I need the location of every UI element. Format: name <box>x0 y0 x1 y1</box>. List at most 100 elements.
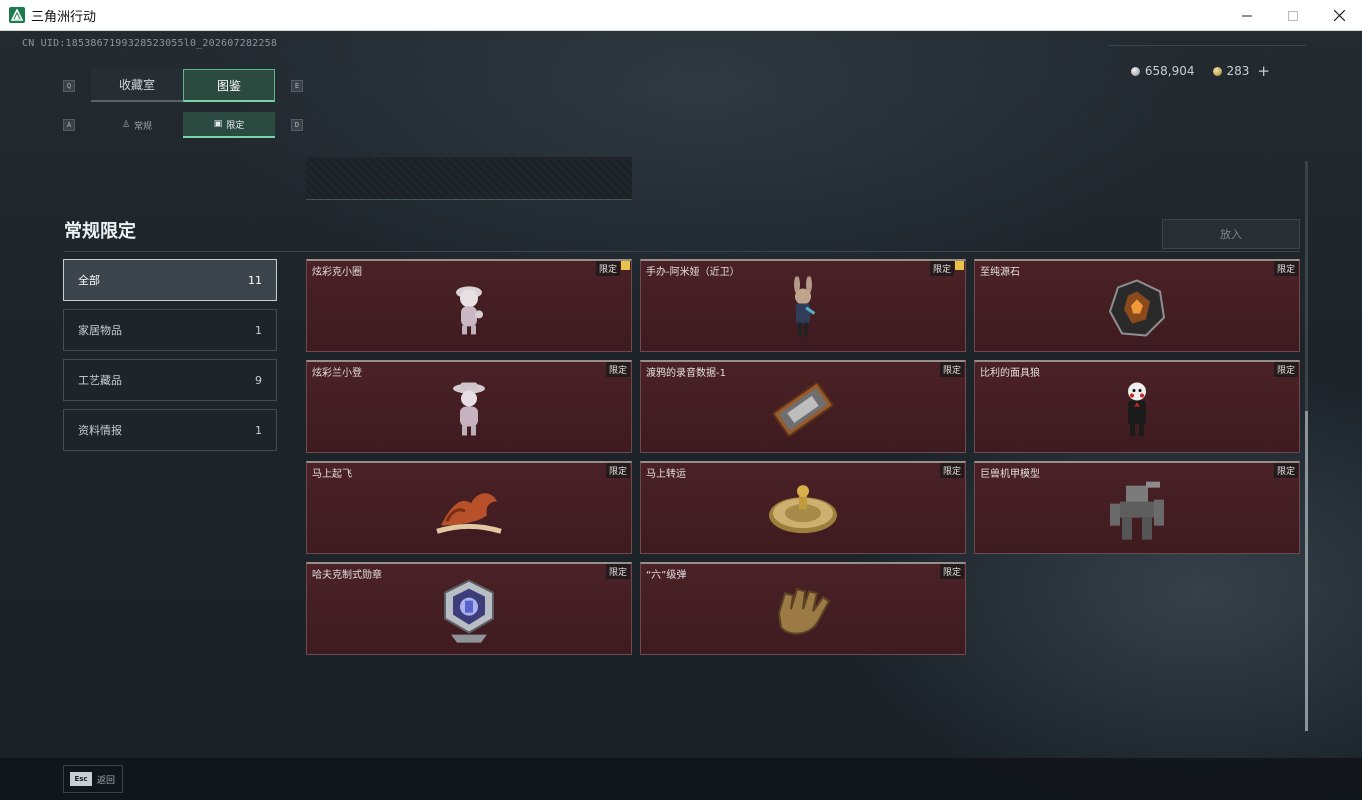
window-title: 三角洲行动 <box>31 9 97 25</box>
silver-currency: 658,904 <box>1130 64 1195 78</box>
item-name: 巨兽机甲模型 <box>980 469 1040 480</box>
header-divider <box>1108 45 1306 46</box>
primary-tabs: 收藏室 图鉴 <box>91 69 275 102</box>
key-hint-e: E <box>291 80 303 92</box>
item-card[interactable]: 马上转运 限定 <box>640 461 966 554</box>
category-count: 11 <box>248 273 262 287</box>
figure-icon: ♙ <box>121 120 131 130</box>
banner-placeholder <box>306 157 632 200</box>
limited-badge: 限定 <box>939 564 964 579</box>
silver-amount: 658,904 <box>1144 64 1195 78</box>
category-home-items[interactable]: 家居物品 1 <box>63 309 277 351</box>
category-crafts[interactable]: 工艺藏品 9 <box>63 359 277 401</box>
back-label: 返回 <box>97 775 116 786</box>
item-name: 炫彩克小圈 <box>312 267 362 278</box>
gold-disc-icon <box>769 485 837 534</box>
recording-device-icon <box>772 382 834 437</box>
item-card[interactable]: 哈夫克制式勋章 限定 <box>306 562 632 655</box>
item-name: 马上起飞 <box>312 469 352 480</box>
item-name: 哈夫克制式勋章 <box>312 570 382 581</box>
section-title: 常规限定 <box>64 221 136 242</box>
item-name: 渡鸦的录音数据-1 <box>646 368 726 379</box>
user-uid: CN UID:1853867199328523055l0_20260728225… <box>22 38 278 49</box>
scrollbar-thumb[interactable] <box>1305 411 1308 731</box>
item-card[interactable]: 炫彩兰小登 限定 <box>306 360 632 453</box>
window-titlebar: 三角洲行动 <box>0 0 1362 31</box>
category-all[interactable]: 全部 11 <box>63 259 277 301</box>
item-name: “六”级弹 <box>646 570 687 581</box>
limited-badge: 限定 <box>929 261 954 276</box>
put-in-button[interactable]: 放入 <box>1162 219 1300 249</box>
back-button[interactable]: Esc 返回 <box>63 765 123 793</box>
item-card[interactable]: 渡鸦的录音数据-1 限定 <box>640 360 966 453</box>
add-currency-button[interactable]: + <box>1257 62 1270 80</box>
limited-badge: 限定 <box>939 463 964 478</box>
currency-bar: 658,904 283 + <box>1130 62 1270 80</box>
item-card[interactable]: 比利的面具狼 限定 <box>974 360 1300 453</box>
tab-limited-label: 限定 <box>226 120 245 131</box>
item-card[interactable]: 炫彩克小圈 限定 <box>306 259 632 352</box>
tab-regular[interactable]: ♙ 常规 <box>91 112 183 138</box>
item-name: 炫彩兰小登 <box>312 368 362 379</box>
maximize-button[interactable] <box>1270 0 1316 31</box>
item-name: 比利的面具狼 <box>980 368 1040 379</box>
item-card[interactable]: 巨兽机甲模型 限定 <box>974 461 1300 554</box>
scrollbar[interactable] <box>1305 161 1308 731</box>
category-list: 全部 11 家居物品 1 工艺藏品 9 资料情报 1 <box>63 259 277 459</box>
key-hint-q: Q <box>63 80 75 92</box>
limited-badge: 限定 <box>605 564 630 579</box>
new-flag-icon <box>955 261 964 270</box>
limited-badge: 限定 <box>939 362 964 377</box>
category-count: 1 <box>255 323 262 337</box>
section-divider <box>64 251 1300 252</box>
item-name: 手办-阿米娅（近卫） <box>646 267 740 278</box>
crystal-icon <box>1108 279 1166 337</box>
limited-badge: 限定 <box>605 463 630 478</box>
item-card[interactable]: 手办-阿米娅（近卫） 限定 <box>640 259 966 352</box>
limited-badge: 限定 <box>1273 463 1298 478</box>
item-name: 马上转运 <box>646 469 686 480</box>
puppet-icon <box>1128 382 1146 437</box>
category-label: 全部 <box>78 274 100 287</box>
limited-badge: 限定 <box>1273 261 1298 276</box>
limited-badge: 限定 <box>605 362 630 377</box>
key-hint-a: A <box>63 119 75 131</box>
category-label: 家居物品 <box>78 324 122 337</box>
gold-amount: 283 <box>1226 64 1250 78</box>
category-intel[interactable]: 资料情报 1 <box>63 409 277 451</box>
silver-coin-icon <box>1130 66 1140 76</box>
new-flag-icon <box>621 261 630 270</box>
horse-sculpture-icon <box>436 493 502 534</box>
mech-model-icon <box>1110 481 1164 540</box>
app-logo-icon <box>9 7 25 23</box>
item-card[interactable]: 至纯源石 限定 <box>974 259 1300 352</box>
tab-regular-label: 常规 <box>134 121 153 132</box>
tab-limited[interactable]: ▣ 限定 <box>183 112 275 138</box>
category-count: 9 <box>255 373 262 387</box>
picture-icon: ▣ <box>213 119 223 129</box>
category-label: 工艺藏品 <box>78 374 122 387</box>
key-hint-d: D <box>291 119 303 131</box>
tab-catalog[interactable]: 图鉴 <box>183 69 275 102</box>
figurine-hat-icon <box>453 382 485 436</box>
item-name: 至纯源石 <box>980 267 1020 278</box>
figurine-bunny-icon <box>794 276 816 337</box>
limited-badge: 限定 <box>1273 362 1298 377</box>
figurine-white-icon <box>456 286 483 335</box>
item-card[interactable]: 马上起飞 限定 <box>306 461 632 554</box>
category-count: 1 <box>255 423 262 437</box>
category-label: 资料情报 <box>78 424 122 437</box>
gold-currency: 283 <box>1212 64 1250 78</box>
secondary-tabs: ♙ 常规 ▣ 限定 <box>91 112 275 138</box>
esc-key-hint: Esc <box>70 772 92 786</box>
gauntlet-icon <box>777 588 831 635</box>
item-card[interactable]: “六”级弹 限定 <box>640 562 966 655</box>
minimize-button[interactable] <box>1224 0 1270 31</box>
footer-bar: Esc 返回 <box>0 758 1362 800</box>
close-button[interactable] <box>1316 0 1362 31</box>
limited-badge: 限定 <box>595 261 620 276</box>
gold-coin-icon <box>1212 66 1222 76</box>
tab-collection-room[interactable]: 收藏室 <box>91 69 183 102</box>
game-view: CN UID:1853867199328523055l0_20260728225… <box>0 31 1362 800</box>
medal-icon <box>444 579 494 643</box>
